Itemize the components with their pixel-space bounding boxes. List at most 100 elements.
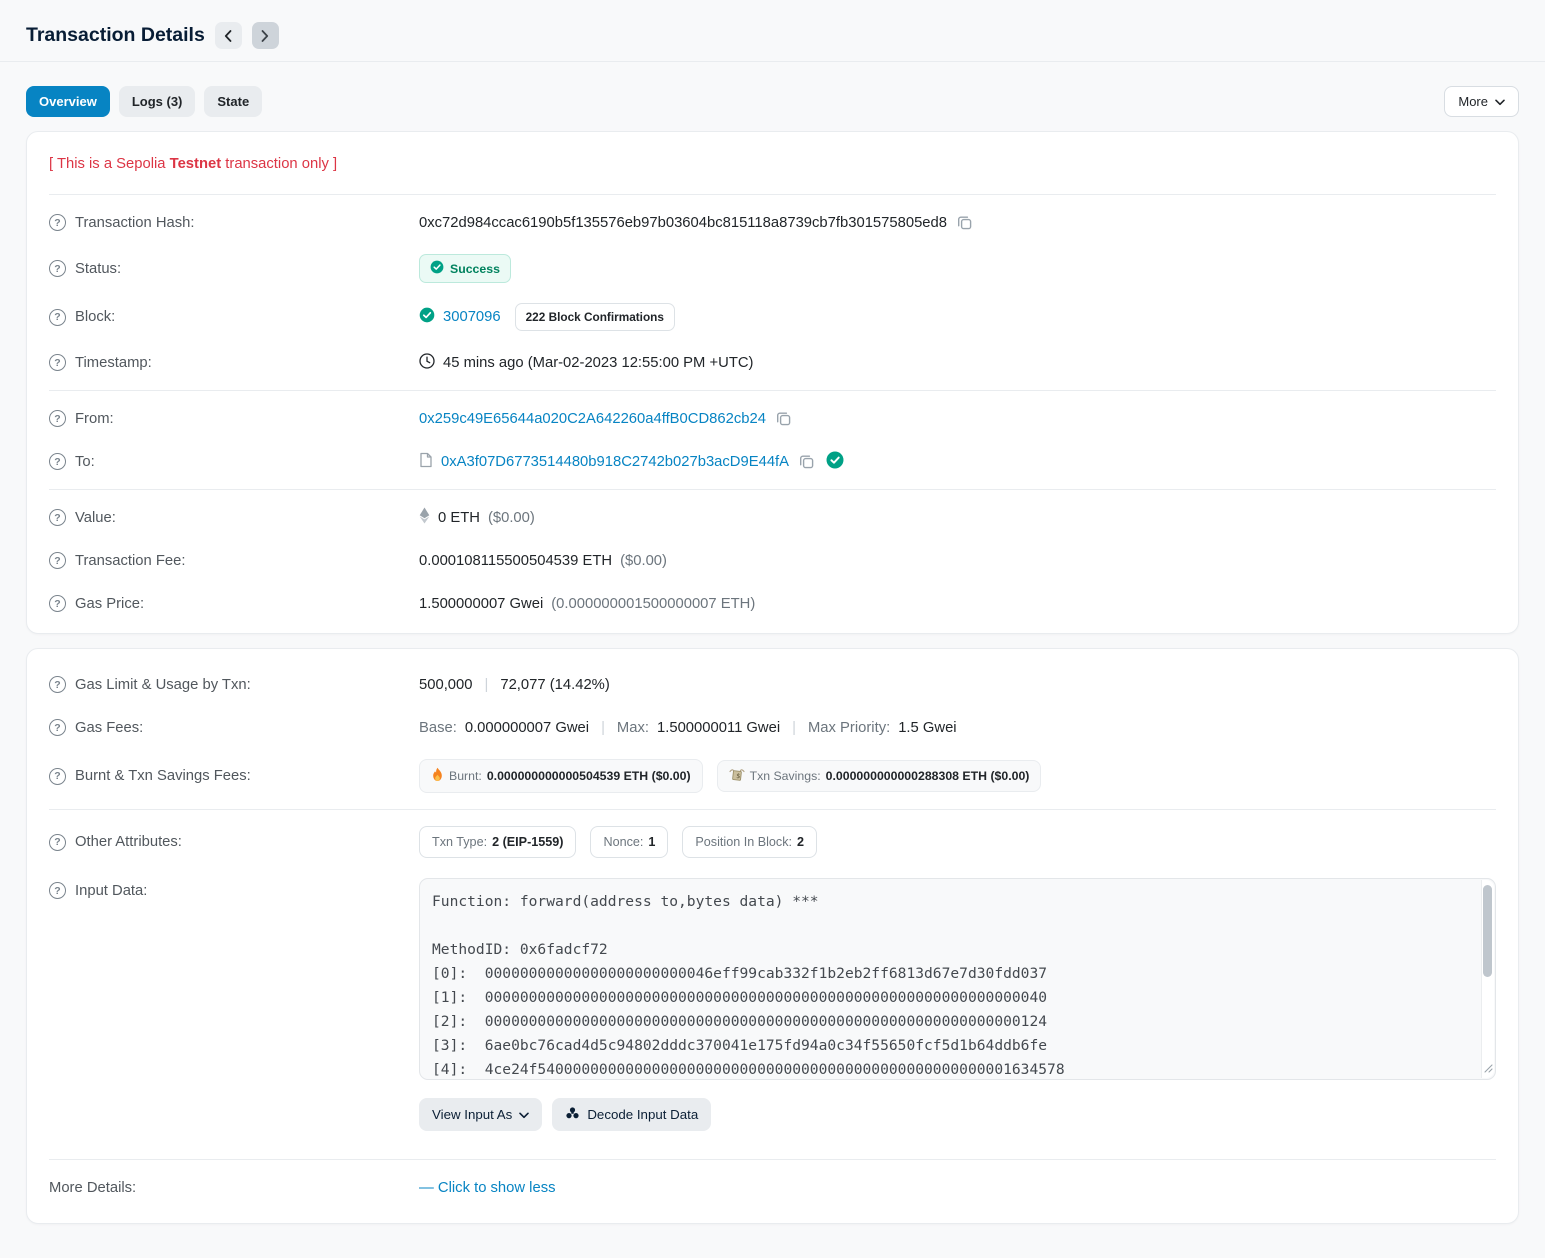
svg-text:$: $ — [735, 772, 740, 780]
txn-type-label: Txn Type: — [432, 835, 487, 849]
flame-icon — [431, 767, 444, 785]
burnt-badge: Burnt: 0.000000000000504539 ETH ($0.00) — [419, 759, 703, 793]
view-input-as-button[interactable]: View Input As — [419, 1098, 542, 1131]
status-row: ? Status: Success — [49, 244, 1496, 293]
input-data-label: Input Data: — [75, 883, 147, 899]
help-icon[interactable]: ? — [49, 595, 66, 612]
tab-logs[interactable]: Logs (3) — [119, 86, 196, 117]
tab-overview[interactable]: Overview — [26, 86, 110, 117]
help-icon[interactable]: ? — [49, 214, 66, 231]
help-icon[interactable]: ? — [49, 309, 66, 326]
status-badge-label: Success — [450, 262, 500, 276]
copy-icon[interactable] — [957, 215, 972, 230]
clock-icon — [419, 353, 435, 373]
value-amount: 0 ETH — [438, 510, 480, 526]
gas-price-eth: (0.000000001500000007 ETH) — [551, 596, 755, 612]
max-priority-fee-label: Max Priority: — [808, 720, 890, 736]
separator: | — [788, 720, 800, 736]
chevron-right-icon — [261, 30, 269, 42]
nonce-label: Nonce: — [603, 835, 643, 849]
to-label: To: — [75, 454, 95, 470]
transaction-hash-label: Transaction Hash: — [75, 215, 195, 231]
from-row: ? From: 0x259c49E65644a020C2A642260a4ffB… — [49, 397, 1496, 440]
help-icon[interactable]: ? — [49, 834, 66, 851]
transaction-fee-label: Transaction Fee: — [75, 553, 185, 569]
verified-check-icon — [826, 451, 844, 473]
more-details-label: More Details: — [49, 1180, 136, 1196]
input-data-line: [3]: 6ae0bc76cad4d5c94802dddc370041e175f… — [432, 1034, 1471, 1058]
input-data-line — [432, 914, 1471, 938]
copy-icon[interactable] — [799, 454, 814, 469]
other-attributes-label: Other Attributes: — [75, 834, 182, 850]
view-input-as-label: View Input As — [432, 1107, 512, 1122]
show-less-link[interactable]: — Click to show less — [419, 1180, 556, 1196]
tab-state[interactable]: State — [204, 86, 262, 117]
separator: | — [481, 677, 493, 693]
transaction-details-page: Transaction Details Overview Logs (3) St… — [0, 0, 1545, 1258]
help-icon[interactable]: ? — [49, 676, 66, 693]
help-icon[interactable]: ? — [49, 453, 66, 470]
transaction-fee-usd: ($0.00) — [620, 553, 667, 569]
header-divider — [0, 61, 1545, 62]
timestamp-row: ? Timestamp: 45 mins ago (Mar-02-2023 12… — [49, 341, 1496, 384]
txn-savings-value: 0.000000000000288308 ETH ($0.00) — [826, 769, 1030, 783]
position-in-block-value: 2 — [797, 835, 804, 849]
next-transaction-button[interactable] — [252, 22, 279, 49]
help-icon[interactable]: ? — [49, 260, 66, 277]
other-attributes-row: ? Other Attributes: Txn Type: 2 (EIP-155… — [49, 816, 1496, 868]
section-divider — [49, 1159, 1496, 1160]
help-icon[interactable]: ? — [49, 719, 66, 736]
transaction-hash-value: 0xc72d984ccac6190b5f135576eb97b03604bc81… — [419, 215, 947, 231]
nonce-value: 1 — [648, 835, 655, 849]
value-row: ? Value: 0 ETH ($0.00) — [49, 496, 1496, 539]
to-address-link[interactable]: 0xA3f07D6773514480b918C2742b027b3acD9E44… — [441, 454, 789, 470]
decode-input-data-label: Decode Input Data — [587, 1107, 698, 1122]
resize-grip-icon[interactable] — [1484, 1061, 1493, 1077]
block-label: Block: — [75, 309, 115, 325]
scrollbar-thumb[interactable] — [1483, 885, 1492, 977]
input-data-textarea[interactable]: Function: forward(address to,bytes data)… — [419, 878, 1496, 1080]
input-data-line: [1]: 00000000000000000000000000000000000… — [432, 986, 1471, 1010]
testnet-warning: [ This is a Sepolia Testnet transaction … — [49, 140, 1496, 188]
transaction-hash-row: ? Transaction Hash: 0xc72d984ccac6190b5f… — [49, 201, 1496, 244]
input-data-actions-row: View Input As Decode Input Data — [49, 1090, 1496, 1153]
status-badge: Success — [419, 254, 511, 283]
gas-fees-row: ? Gas Fees: Base: 0.000000007 Gwei | Max… — [49, 706, 1496, 749]
help-icon[interactable]: ? — [49, 410, 66, 427]
from-address-link[interactable]: 0x259c49E65644a020C2A642260a4ffB0CD862cb… — [419, 411, 766, 427]
base-fee-label: Base: — [419, 720, 457, 736]
block-row: ? Block: 3007096 222 Block Confirmations — [49, 293, 1496, 341]
input-data-line: Function: forward(address to,bytes data)… — [432, 890, 1471, 914]
copy-icon[interactable] — [776, 411, 791, 426]
help-icon[interactable]: ? — [49, 509, 66, 526]
gas-fees-label: Gas Fees: — [75, 720, 143, 736]
help-icon[interactable]: ? — [49, 768, 66, 785]
previous-transaction-button[interactable] — [215, 22, 242, 49]
chevron-left-icon — [224, 30, 232, 42]
check-circle-icon — [419, 307, 435, 327]
block-confirmations-badge: 222 Block Confirmations — [515, 303, 675, 331]
details-card: ? Gas Limit & Usage by Txn: 500,000 | 72… — [26, 648, 1519, 1224]
timestamp-label: Timestamp: — [75, 355, 152, 371]
scrollbar-track[interactable] — [1481, 880, 1494, 1078]
help-icon[interactable]: ? — [49, 354, 66, 371]
testnet-warning-bold: Testnet — [170, 156, 222, 172]
txn-type-badge: Txn Type: 2 (EIP-1559) — [419, 826, 576, 858]
more-button[interactable]: More — [1444, 86, 1519, 117]
block-number-link[interactable]: 3007096 — [443, 309, 501, 325]
help-icon[interactable]: ? — [49, 552, 66, 569]
burnt-label: Burnt: — [449, 769, 482, 783]
gas-limit-value: 500,000 — [419, 677, 473, 693]
contract-file-icon — [419, 452, 433, 472]
gas-price-label: Gas Price: — [75, 596, 144, 612]
chevron-down-icon — [519, 1107, 529, 1122]
decode-input-data-button[interactable]: Decode Input Data — [552, 1098, 711, 1131]
nonce-badge: Nonce: 1 — [590, 826, 668, 858]
chevron-down-icon — [1495, 94, 1505, 109]
burnt-fees-row: ? Burnt & Txn Savings Fees: Burnt: 0.000… — [49, 749, 1496, 803]
page-title: Transaction Details — [26, 24, 205, 47]
position-in-block-badge: Position In Block: 2 — [682, 826, 817, 858]
max-fee-label: Max: — [617, 720, 649, 736]
tab-bar: Overview Logs (3) State More — [26, 86, 1519, 117]
help-icon[interactable]: ? — [49, 882, 66, 899]
